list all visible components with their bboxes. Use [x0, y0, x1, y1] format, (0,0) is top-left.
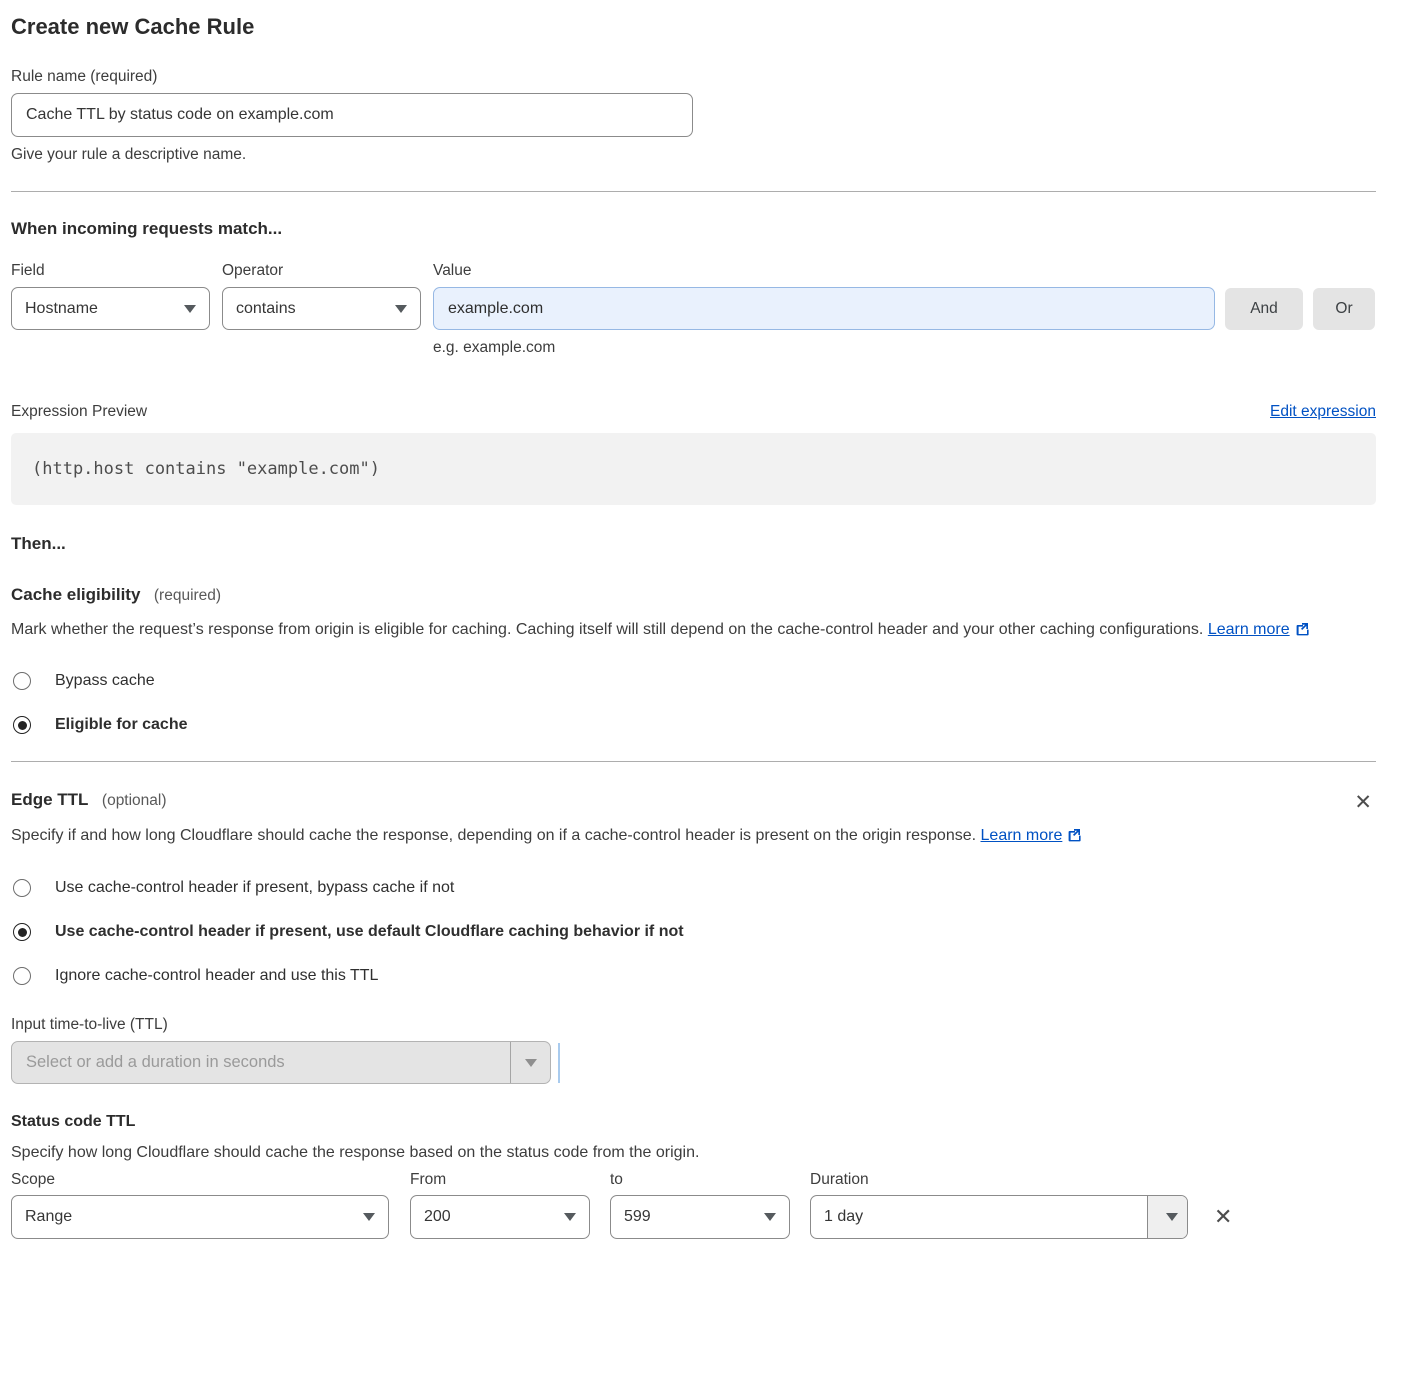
- to-select-value: 599: [624, 1208, 651, 1226]
- radio-use-header-bypass-label: Use cache-control header if present, byp…: [55, 879, 454, 897]
- duration-label: Duration: [810, 1171, 1188, 1189]
- rule-name-input[interactable]: Cache TTL by status code on example.com: [11, 93, 693, 137]
- and-button[interactable]: And: [1225, 288, 1303, 330]
- or-button[interactable]: Or: [1313, 288, 1375, 330]
- radio-eligible-for-cache-label: Eligible for cache: [55, 716, 187, 734]
- section-divider: [11, 761, 1376, 762]
- radio-use-header-bypass[interactable]: Use cache-control header if present, byp…: [11, 879, 1376, 897]
- radio-ignore-header-label: Ignore cache-control header and use this…: [55, 967, 378, 985]
- from-select[interactable]: 200: [410, 1195, 590, 1239]
- radio-circle-icon: [13, 879, 31, 897]
- create-cache-rule-form: Create new Cache Rule Rule name (require…: [11, 0, 1376, 1239]
- radio-use-header-default[interactable]: Use cache-control header if present, use…: [11, 923, 1376, 941]
- to-label: to: [610, 1171, 790, 1189]
- text-cursor: [558, 1043, 560, 1083]
- section-divider: [11, 191, 1376, 192]
- external-link-icon: [1295, 618, 1310, 646]
- expression-preview-label: Expression Preview: [11, 403, 147, 421]
- radio-circle-icon: [13, 672, 31, 690]
- chevron-down-icon: [184, 305, 196, 313]
- chevron-down-icon[interactable]: [1147, 1196, 1187, 1238]
- operator-select-value: contains: [236, 300, 296, 318]
- field-select-value: Hostname: [25, 300, 98, 318]
- ttl-input-label: Input time-to-live (TTL): [11, 1016, 1376, 1034]
- field-label: Field: [11, 262, 210, 280]
- value-label: Value: [433, 262, 1215, 280]
- value-input[interactable]: example.com: [433, 287, 1215, 330]
- cache-eligibility-description-text: Mark whether the request’s response from…: [11, 621, 1203, 638]
- radio-selected-icon: [13, 923, 31, 941]
- radio-circle-icon: [13, 967, 31, 985]
- status-row-remove-icon[interactable]: ✕: [1210, 1205, 1236, 1230]
- ttl-duration-placeholder: Select or add a duration in seconds: [12, 1042, 510, 1083]
- chevron-down-icon: [564, 1213, 576, 1221]
- radio-use-header-default-label: Use cache-control header if present, use…: [55, 923, 684, 941]
- page-title: Create new Cache Rule: [11, 0, 1376, 40]
- ttl-duration-select[interactable]: Select or add a duration in seconds: [11, 1041, 551, 1084]
- edge-ttl-description-text: Specify if and how long Cloudflare shoul…: [11, 827, 976, 844]
- status-code-ttl-title: Status code TTL: [11, 1113, 1376, 1131]
- cache-eligibility-learn-more-link[interactable]: Learn more: [1208, 621, 1290, 638]
- edge-ttl-learn-more-link[interactable]: Learn more: [981, 827, 1063, 844]
- edge-ttl-description: Specify if and how long Cloudflare shoul…: [11, 822, 1351, 852]
- cache-eligibility-description: Mark whether the request’s response from…: [11, 616, 1351, 646]
- external-link-icon: [1067, 824, 1082, 852]
- scope-select-value: Range: [25, 1208, 72, 1226]
- duration-select-value: 1 day: [811, 1196, 1147, 1238]
- chevron-down-icon[interactable]: [510, 1042, 550, 1083]
- edit-expression-link[interactable]: Edit expression: [1270, 403, 1376, 421]
- from-select-value: 200: [424, 1208, 451, 1226]
- operator-label: Operator: [222, 262, 421, 280]
- match-heading: When incoming requests match...: [11, 219, 1376, 239]
- rule-name-label: Rule name (required): [11, 68, 1376, 86]
- chevron-down-icon: [764, 1213, 776, 1221]
- field-select[interactable]: Hostname: [11, 287, 210, 330]
- radio-ignore-header[interactable]: Ignore cache-control header and use this…: [11, 967, 1376, 985]
- scope-label: Scope: [11, 1171, 389, 1189]
- status-code-ttl-description: Specify how long Cloudflare should cache…: [11, 1144, 1376, 1162]
- duration-select[interactable]: 1 day: [810, 1195, 1188, 1239]
- cache-eligibility-title: Cache eligibility: [11, 585, 140, 604]
- radio-bypass-cache-label: Bypass cache: [55, 672, 155, 690]
- expression-code-block: (http.host contains "example.com"): [11, 433, 1376, 505]
- radio-bypass-cache[interactable]: Bypass cache: [11, 672, 1376, 690]
- then-heading: Then...: [11, 534, 1376, 554]
- to-select[interactable]: 599: [610, 1195, 790, 1239]
- value-help: e.g. example.com: [433, 339, 1215, 357]
- edge-ttl-close-icon[interactable]: ✕: [1350, 790, 1376, 815]
- radio-eligible-for-cache[interactable]: Eligible for cache: [11, 716, 1376, 734]
- scope-select[interactable]: Range: [11, 1195, 389, 1239]
- required-tag: (required): [154, 587, 221, 604]
- radio-selected-icon: [13, 716, 31, 734]
- rule-name-help: Give your rule a descriptive name.: [11, 146, 1376, 164]
- operator-select[interactable]: contains: [222, 287, 421, 330]
- edge-ttl-title: Edge TTL: [11, 790, 88, 809]
- optional-tag: (optional): [102, 792, 167, 809]
- from-label: From: [410, 1171, 590, 1189]
- chevron-down-icon: [363, 1213, 375, 1221]
- chevron-down-icon: [395, 305, 407, 313]
